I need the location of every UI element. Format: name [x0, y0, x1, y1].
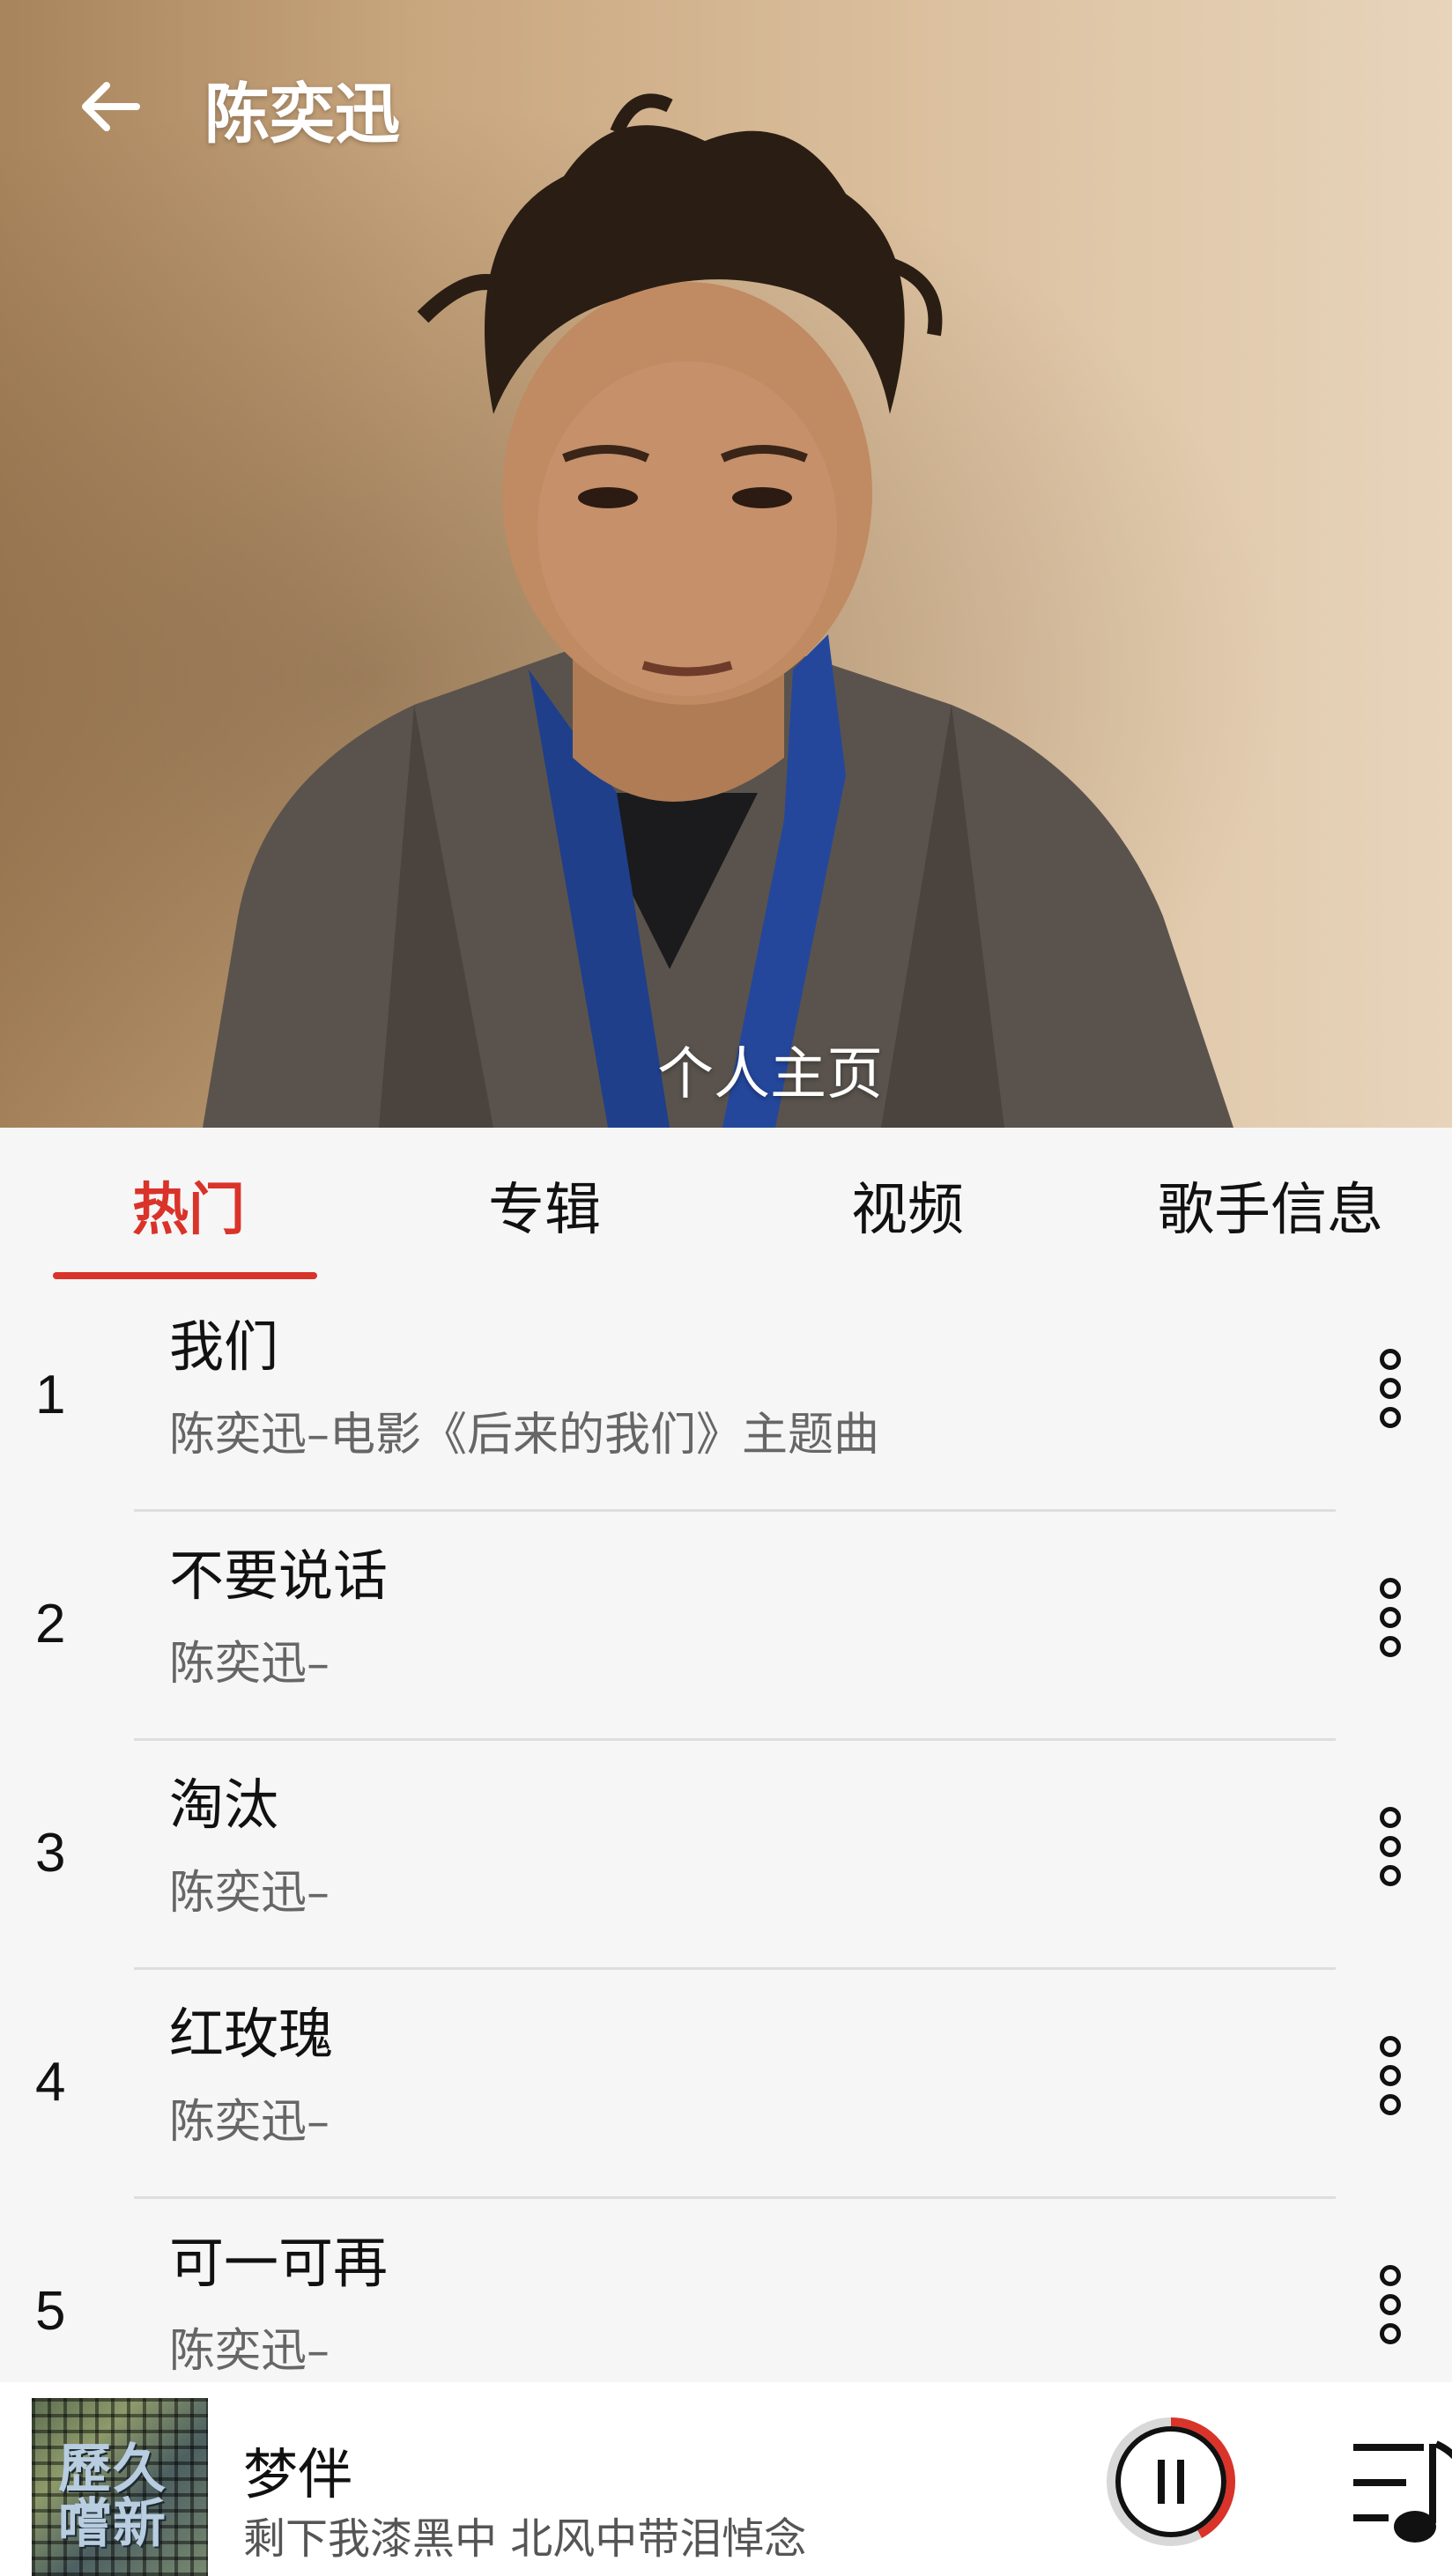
mini-player: 歷久嚐新 梦伴 剩下我漆黑中 北风中带泪悼念 — [0, 2382, 1452, 2576]
tab-bar: 热门 专辑 视频 歌手信息 — [0, 1128, 1452, 1283]
album-cover-text: 歷久嚐新 — [58, 2439, 167, 2555]
song-rank: 3 — [35, 1823, 66, 1884]
profile-link[interactable]: 个人主页 — [0, 1029, 1452, 1110]
song-rank: 4 — [35, 2052, 66, 2113]
tab-label: 热门 — [132, 1178, 245, 1243]
song-row[interactable]: 3 淘汰 陈奕迅– — [0, 1741, 1452, 1970]
tab-artist-info[interactable]: 歌手信息 — [1089, 1128, 1452, 1283]
pause-button[interactable] — [1103, 2414, 1239, 2550]
tab-hot[interactable]: 热门 — [0, 1128, 363, 1283]
song-title: 淘汰 — [169, 1773, 279, 1837]
tab-albums[interactable]: 专辑 — [363, 1128, 726, 1283]
tab-label: 歌手信息 — [1158, 1178, 1383, 1243]
song-title: 不要说话 — [169, 1543, 389, 1608]
song-rank: 2 — [35, 1594, 66, 1654]
song-rank: 5 — [35, 2281, 66, 2342]
song-subtitle: 陈奕迅– — [169, 1867, 330, 1920]
playlist-icon — [1353, 2440, 1452, 2543]
playlist-button[interactable] — [1350, 2435, 1452, 2550]
more-options-icon[interactable] — [1364, 2032, 1417, 2120]
active-tab-indicator — [53, 1272, 317, 1279]
song-row[interactable]: 2 不要说话 陈奕迅– — [0, 1512, 1452, 1741]
song-subtitle: 陈奕迅– — [169, 1638, 330, 1691]
song-title: 红玫瑰 — [169, 2002, 334, 2066]
tab-label: 视频 — [851, 1178, 964, 1243]
song-list: 1 我们 陈奕迅–电影《后来的我们》主题曲 2 不要说话 陈奕迅– 3 淘汰 陈… — [0, 1283, 1452, 2428]
now-playing-lyric: 剩下我漆黑中 北风中带泪悼念 — [243, 2514, 807, 2564]
artist-hero-image: 陈奕迅 个人主页 — [0, 0, 1452, 1128]
song-row[interactable]: 1 我们 陈奕迅–电影《后来的我们》主题曲 — [0, 1283, 1452, 1512]
tab-label: 专辑 — [488, 1178, 601, 1243]
song-subtitle: 陈奕迅–电影《后来的我们》主题曲 — [169, 1409, 880, 1462]
song-title: 我们 — [169, 1314, 279, 1379]
song-subtitle: 陈奕迅– — [169, 2325, 330, 2378]
artist-portrait — [203, 93, 1233, 1128]
song-rank: 1 — [35, 1365, 66, 1425]
arrow-left-icon — [82, 82, 140, 131]
more-options-icon[interactable] — [1364, 2261, 1417, 2349]
song-subtitle: 陈奕迅– — [169, 2096, 330, 2149]
song-row[interactable]: 4 红玫瑰 陈奕迅– — [0, 1970, 1452, 2199]
more-options-icon[interactable] — [1364, 1802, 1417, 1891]
song-title: 可一可再 — [169, 2231, 389, 2295]
tab-videos[interactable]: 视频 — [726, 1128, 1089, 1283]
now-playing-title: 梦伴 — [243, 2442, 353, 2506]
more-options-icon[interactable] — [1364, 1573, 1417, 1662]
more-options-icon[interactable] — [1364, 1344, 1417, 1432]
back-button[interactable] — [70, 67, 150, 146]
page-title: 陈奕迅 — [204, 77, 400, 152]
album-cover[interactable]: 歷久嚐新 — [32, 2398, 208, 2576]
